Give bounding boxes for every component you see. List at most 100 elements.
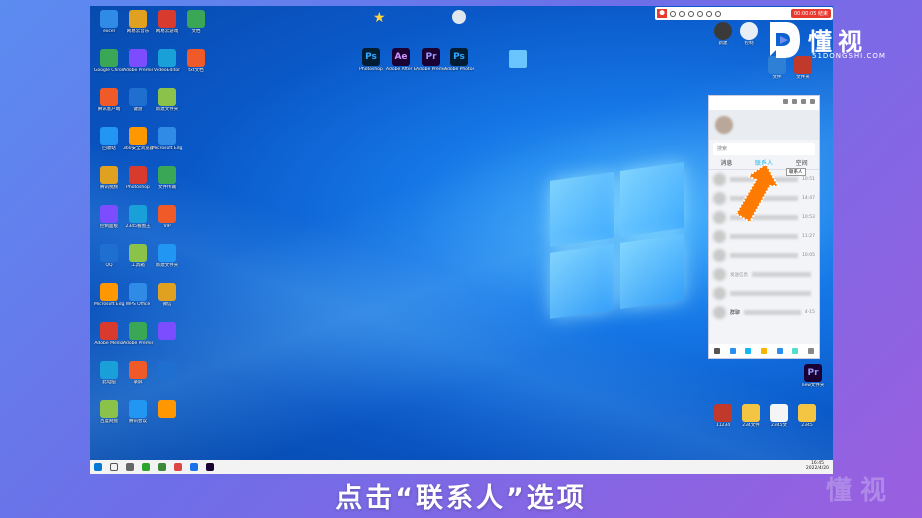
mail-icon[interactable] [745, 348, 752, 354]
desktop-icon[interactable]: Google Chrome [94, 49, 124, 73]
desktop-icon[interactable]: 360安全浏览器 [123, 127, 153, 151]
menu-icon[interactable] [713, 348, 720, 354]
close-icon[interactable] [810, 99, 815, 104]
brand-url: 51DONGSHI.COM [812, 52, 886, 60]
desktop-icon[interactable]: Adobe Media [94, 322, 124, 346]
right-bottom-icon-1[interactable]: 11234 [708, 404, 738, 428]
desktop-icon[interactable]: 2345看图王 [123, 205, 153, 229]
list-item[interactable]: 10:05 [709, 246, 819, 265]
qq-search-input[interactable]: 搜索 [713, 143, 815, 155]
desktop-icon[interactable]: 网易云音乐 [123, 10, 153, 34]
record-icon[interactable]: ⬤ [657, 9, 667, 18]
list-item[interactable]: 发送信息 [709, 265, 819, 284]
tool-icon[interactable] [706, 10, 712, 17]
app-icon[interactable] [190, 463, 198, 471]
conversation-preview-blurred [730, 291, 811, 296]
desktop-icon[interactable]: Microsoft Edge [152, 127, 182, 151]
photoshop2-desktop-icon[interactable]: Ps Adobe Photoshop [444, 48, 474, 72]
apps-icon[interactable] [808, 348, 815, 354]
app-icon [100, 49, 118, 67]
after-effects-desktop-icon[interactable]: Ae Adobe After Effects 2019 [386, 48, 416, 72]
tool-icon[interactable] [715, 10, 721, 17]
app-icon [129, 10, 147, 28]
app-icon [100, 205, 118, 223]
tool-icon[interactable] [679, 10, 685, 17]
desktop-icon[interactable]: 键盘 [123, 88, 153, 112]
list-item[interactable]: 11:27 [709, 227, 819, 246]
app-icon[interactable] [142, 463, 150, 471]
list-item[interactable] [709, 284, 819, 303]
list-item[interactable]: 群聊 4-15 [709, 303, 819, 322]
tool-icon[interactable] [697, 10, 703, 17]
right-bottom-icon-4[interactable]: 2345 [792, 404, 822, 428]
desktop-icon[interactable]: 腾讯视频 [94, 166, 124, 190]
timestamp: 10:53 [802, 215, 815, 220]
tool-icon[interactable] [670, 10, 676, 17]
conversation-preview-blurred [752, 272, 811, 277]
app-icon[interactable] [174, 463, 182, 471]
desktop-icon[interactable]: 新建文件夹 [152, 244, 182, 268]
app-icon [100, 244, 118, 262]
desktop-icon[interactable]: Adobe Premiere Pro [123, 322, 153, 346]
computer-desktop-icon[interactable] [503, 50, 533, 68]
desktop-icon[interactable]: Adobe Premiere [123, 49, 153, 73]
right-bottom-icon-2[interactable]: 234文件 [736, 404, 766, 428]
task-view-icon[interactable] [126, 463, 134, 471]
photoshop-desktop-icon[interactable]: Ps Photoshop [356, 48, 386, 72]
app-icon [129, 244, 147, 262]
tool-icon[interactable] [688, 10, 694, 17]
app-icon [129, 88, 147, 106]
minimize-icon[interactable] [801, 99, 806, 104]
app-icon [129, 166, 147, 184]
cloud-icon[interactable] [792, 348, 799, 354]
desktop-icon[interactable]: 此电脑 [94, 361, 124, 385]
desktop-icon[interactable]: 新建文件夹 [152, 88, 182, 112]
desktop-icon[interactable]: 文件传输 [152, 166, 182, 190]
app-icon [129, 322, 147, 340]
desktop-icon[interactable] [152, 322, 182, 341]
premiere-desktop-icon[interactable]: Pr Adobe Premiere [416, 48, 446, 72]
document-icon [770, 404, 788, 422]
desktop-icon[interactable]: VideoEditor [152, 49, 182, 73]
game-icon[interactable] [776, 348, 783, 354]
avatar[interactable] [715, 116, 733, 134]
menu-icon[interactable] [792, 99, 797, 104]
desktop-icon[interactable]: txt文档 [181, 49, 211, 73]
timestamp: 14:47 [802, 196, 815, 201]
desktop-icon[interactable]: 腾讯客户端 [94, 88, 124, 112]
skin-icon[interactable] [783, 99, 788, 104]
desktop-icon[interactable]: 录屏 [123, 361, 153, 385]
start-icon[interactable] [94, 463, 102, 471]
desktop-icon[interactable]: WPS Office [123, 283, 153, 307]
desktop-icon[interactable]: 微信 [152, 283, 182, 307]
search-icon[interactable] [110, 463, 118, 471]
desktop-icon[interactable]: 腾讯会议 [123, 400, 153, 424]
desktop-icon[interactable]: 回收站 [94, 127, 124, 151]
desktop-icon[interactable] [152, 400, 182, 419]
desktop-icon[interactable]: excel [94, 10, 124, 34]
desktop-icon[interactable]: 文档 [181, 10, 211, 34]
folder-icon[interactable] [760, 348, 767, 354]
desktop-icon[interactable]: 百度网盘 [94, 400, 124, 424]
app-icon[interactable] [158, 463, 166, 471]
app-icon [740, 22, 758, 40]
desktop-icon[interactable]: VIP [152, 205, 182, 229]
contacts-icon[interactable] [729, 348, 736, 354]
owl-widget-icon[interactable] [452, 10, 466, 24]
avatar [713, 211, 726, 224]
app-icon [129, 361, 147, 379]
premiere-icon[interactable] [206, 463, 214, 471]
desktop-icon[interactable]: Photoshop [123, 166, 153, 190]
desktop-icon[interactable]: 控制面板 [94, 205, 124, 229]
desktop-icon[interactable]: 工具箱 [123, 244, 153, 268]
right-top-icon-2[interactable]: 控制 [734, 22, 764, 46]
conversation-preview: 发送信息 [730, 272, 748, 278]
desktop-icon[interactable]: 网易云游戏 [152, 10, 182, 34]
qq-bottom-toolbar [709, 344, 819, 358]
desktop-icon[interactable] [152, 361, 182, 380]
desktop-icon[interactable]: QQ [94, 244, 124, 268]
desktop-icon[interactable]: Microsoft Edge [94, 283, 124, 307]
premiere-file-desktop-icon[interactable]: Pr new文件夹 [798, 364, 828, 388]
app-icon [129, 400, 147, 418]
right-bottom-icon-3[interactable]: 2345文 [764, 404, 794, 428]
